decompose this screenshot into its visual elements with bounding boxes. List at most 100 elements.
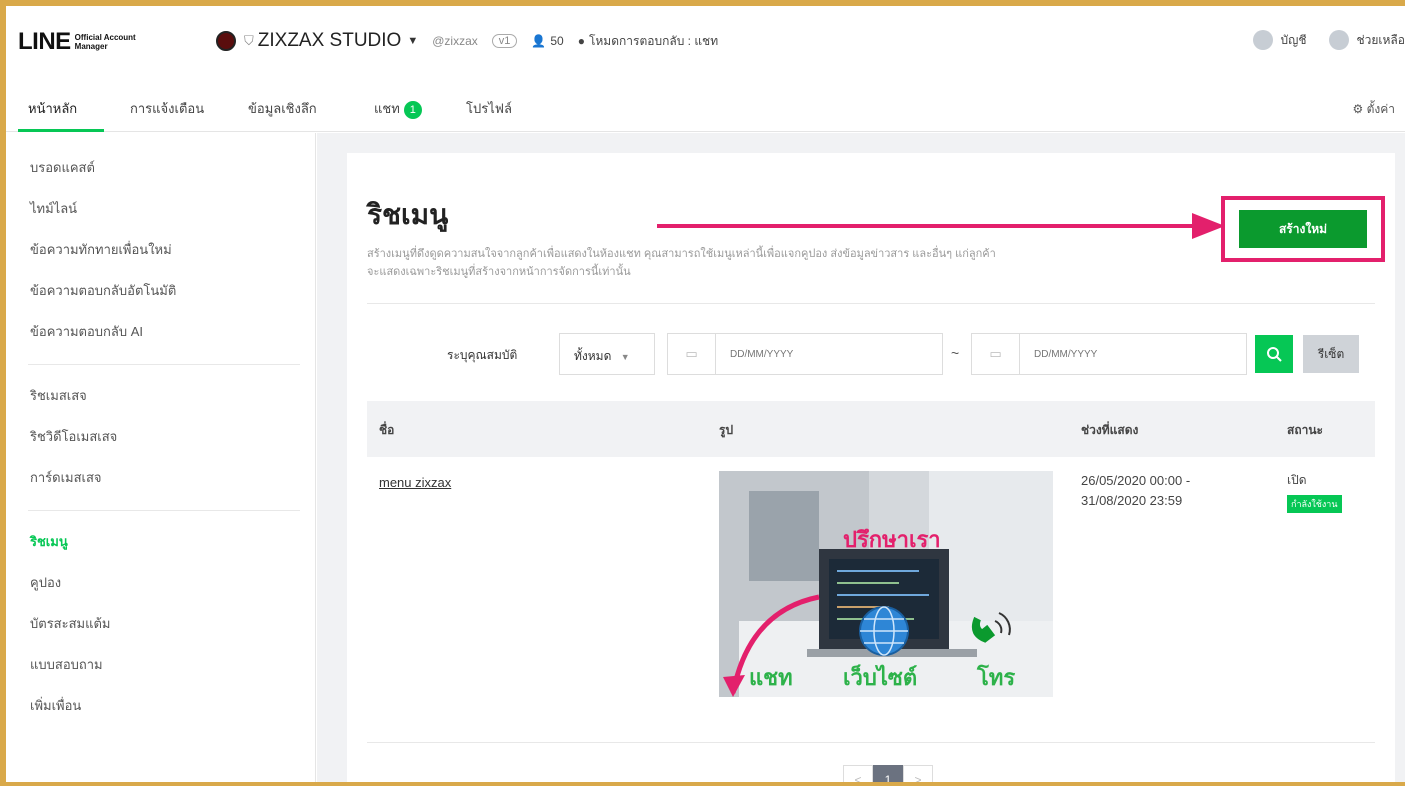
reply-mode[interactable]: ● โหมดการตอบกลับ : แชท	[578, 32, 718, 51]
status-select[interactable]: ทั้งหมด ▼	[559, 333, 655, 375]
column-header-period: ช่วงที่แสดง	[1081, 423, 1139, 437]
tab-chat[interactable]: แชท 1	[374, 98, 422, 119]
help-menu-label: ช่วยเหลือ	[1356, 32, 1405, 47]
logo-sub-2: Manager	[74, 42, 108, 51]
friends-count: 👤 50	[531, 34, 563, 48]
pagination: < 1 >	[843, 765, 933, 782]
settings-link[interactable]: ⚙ ตั้งค่า	[1352, 100, 1395, 119]
image-label-mid: เว็บไซต์	[843, 663, 917, 690]
logo-sub-1: Official Account	[74, 33, 136, 42]
search-icon	[1267, 346, 1282, 362]
create-new-button[interactable]: สร้างใหม่	[1239, 210, 1367, 248]
help-menu[interactable]: ช่วยเหลือ	[1328, 30, 1405, 50]
person-icon: 👤	[531, 34, 547, 48]
user-circle-icon	[1252, 30, 1273, 50]
sidebar-item-timeline[interactable]: ไทม์ไลน์	[6, 188, 315, 229]
chevron-down-icon: ▼	[620, 352, 630, 362]
tab-insights[interactable]: ข้อมูลเชิงลึก	[248, 98, 317, 119]
sidebar-item-ai-reply[interactable]: ข้อความตอบกลับ AI	[6, 311, 315, 352]
pointer-arrow-icon	[657, 213, 1225, 239]
sidebar-item-card-message[interactable]: การ์ดเมสเสจ	[6, 457, 315, 498]
page-description-line-2: จะแสดงเฉพาะริชเมนูที่สร้างจากหน้าการจัดก…	[367, 266, 631, 278]
calendar-icon: ▭	[668, 334, 716, 374]
sidebar-group-tools: ริชเมนู คูปอง บัตรสะสมแต้ม แบบสอบถาม เพิ…	[6, 521, 315, 734]
table-header: ชื่อ รูป ช่วงที่แสดง สถานะ	[367, 401, 1375, 457]
sidebar-item-reward-card[interactable]: บัตรสะสมแต้ม	[6, 603, 315, 644]
sidebar-group-rich: ริชเมสเสจ ริชวิดีโอเมสเสจ การ์ดเมสเสจ	[6, 375, 315, 506]
friends-count-value: 50	[550, 34, 564, 48]
date-from-input[interactable]	[716, 334, 896, 374]
image-label-left: แชท	[749, 665, 793, 690]
rich-menu-thumbnail[interactable]: ปรึกษาเรา แชท เว็บไซต์ โทร	[719, 471, 1053, 697]
search-button[interactable]	[1255, 335, 1293, 373]
logo-subtext: Official Account Manager	[75, 33, 145, 51]
filter-bar: ระบุคุณสมบัติ ทั้งหมด ▼ ▭ ~ ▭	[367, 333, 1375, 375]
pagination-page-1[interactable]: 1	[873, 765, 903, 782]
active-tab-indicator	[18, 129, 104, 132]
sidebar-item-auto-reply[interactable]: ข้อความตอบกลับอัตโนมัติ	[6, 270, 315, 311]
column-header-name: ชื่อ	[379, 423, 395, 437]
sidebar-item-add-friend[interactable]: เพิ่มเพื่อน	[6, 685, 315, 726]
account-menu[interactable]: บัญชี	[1252, 30, 1307, 50]
filter-label: ระบุคุณสมบัติ	[447, 348, 518, 362]
sidebar-item-broadcast[interactable]: บรอดแคสต์	[6, 147, 315, 188]
date-to-input[interactable]	[1020, 334, 1200, 374]
shield-icon: ⛉	[244, 33, 254, 48]
table-row[interactable]: menu zixzax ปรึกษาเรา แชท เว็บไซต์ โทร 2…	[367, 457, 1375, 743]
pagination-prev-button[interactable]: <	[843, 765, 873, 782]
period-end: 31/08/2020 23:59	[1081, 493, 1183, 508]
sidebar-item-coupon[interactable]: คูปอง	[6, 562, 315, 603]
reset-button[interactable]: รีเซ็ต	[1303, 335, 1359, 373]
status-badge: กำลังใช้งาน	[1287, 495, 1342, 513]
sidebar-divider	[28, 364, 300, 365]
page-description-line-1: สร้างเมนูที่ดึงดูดความสนใจจากลูกค้าเพื่อ…	[367, 248, 996, 260]
calendar-icon: ▭	[972, 334, 1020, 374]
period-start: 26/05/2020 00:00 -	[1081, 473, 1191, 488]
tab-chat-label: แชท	[374, 101, 400, 116]
date-from-field[interactable]: ▭	[667, 333, 943, 375]
image-label-right: โทร	[976, 664, 1015, 690]
date-range-separator: ~	[951, 345, 960, 361]
account-id: @zixzax	[432, 34, 478, 48]
tab-home[interactable]: หน้าหลัก	[28, 98, 77, 119]
chevron-down-icon[interactable]: ▼	[407, 35, 418, 47]
rich-menu-panel: ริชเมนู สร้างเมนูที่ดึงดูดความสนใจจากลูก…	[347, 153, 1395, 782]
settings-label: ตั้งค่า	[1366, 102, 1395, 116]
tab-notifications[interactable]: การแจ้งเตือน	[130, 98, 204, 119]
column-header-image: รูป	[719, 423, 734, 437]
date-to-field[interactable]: ▭	[971, 333, 1247, 375]
help-icon	[1328, 30, 1349, 50]
account-name: ZIXZAX STUDIO	[257, 30, 402, 51]
create-button-highlight: สร้างใหม่	[1221, 196, 1385, 262]
sidebar-divider	[28, 510, 300, 511]
sidebar-item-survey[interactable]: แบบสอบถาม	[6, 644, 315, 685]
divider	[367, 303, 1375, 304]
main-content: ริชเมนู สร้างเมนูที่ดึงดูดความสนใจจากลูก…	[317, 133, 1405, 782]
line-logo[interactable]: LINE Official Account Manager	[18, 28, 145, 56]
app-window: LINE Official Account Manager ⛉ ZIXZAX S…	[6, 6, 1405, 782]
reply-mode-label: โหมดการตอบกลับ : แชท	[588, 33, 719, 48]
column-header-status: สถานะ	[1287, 423, 1323, 437]
status-text: เปิด	[1287, 473, 1307, 487]
chat-bubble-icon: ●	[577, 34, 585, 48]
chat-unread-badge: 1	[403, 100, 422, 119]
avatar	[216, 31, 236, 51]
sidebar-item-greeting[interactable]: ข้อความทักทายเพื่อนใหม่	[6, 229, 315, 270]
account-switcher[interactable]: ⛉ ZIXZAX STUDIO ▼ @zixzax v1 👤 50 ● โหมด…	[216, 30, 732, 52]
display-period: 26/05/2020 00:00 - 31/08/2020 23:59	[1081, 471, 1190, 511]
page-title: ริชเมนู	[367, 199, 449, 230]
logo-text: LINE	[18, 28, 71, 55]
tab-profile[interactable]: โปรไฟล์	[466, 98, 512, 119]
account-menu-label: บัญชี	[1280, 32, 1307, 47]
sidebar-item-rich-video[interactable]: ริชวิดีโอเมสเสจ	[6, 416, 315, 457]
main-nav: หน้าหลัก การแจ้งเตือน ข้อมูลเชิงลึก แชท 1…	[6, 84, 1405, 132]
rich-menu-image: ปรึกษาเรา แชท เว็บไซต์ โทร	[719, 471, 1053, 697]
top-right-menu: บัญชี ช่วยเหลือ	[1231, 30, 1405, 50]
sidebar-item-rich-message[interactable]: ริชเมสเสจ	[6, 375, 315, 416]
page-description: สร้างเมนูที่ดึงดูดความสนใจจากลูกค้าเพื่อ…	[367, 245, 1287, 281]
sidebar-item-rich-menu[interactable]: ริชเมนู	[6, 521, 315, 562]
rich-menu-name-link[interactable]: menu zixzax	[379, 475, 451, 490]
top-bar: LINE Official Account Manager ⛉ ZIXZAX S…	[6, 6, 1405, 84]
gear-icon: ⚙	[1352, 102, 1364, 116]
pagination-next-button[interactable]: >	[903, 765, 933, 782]
